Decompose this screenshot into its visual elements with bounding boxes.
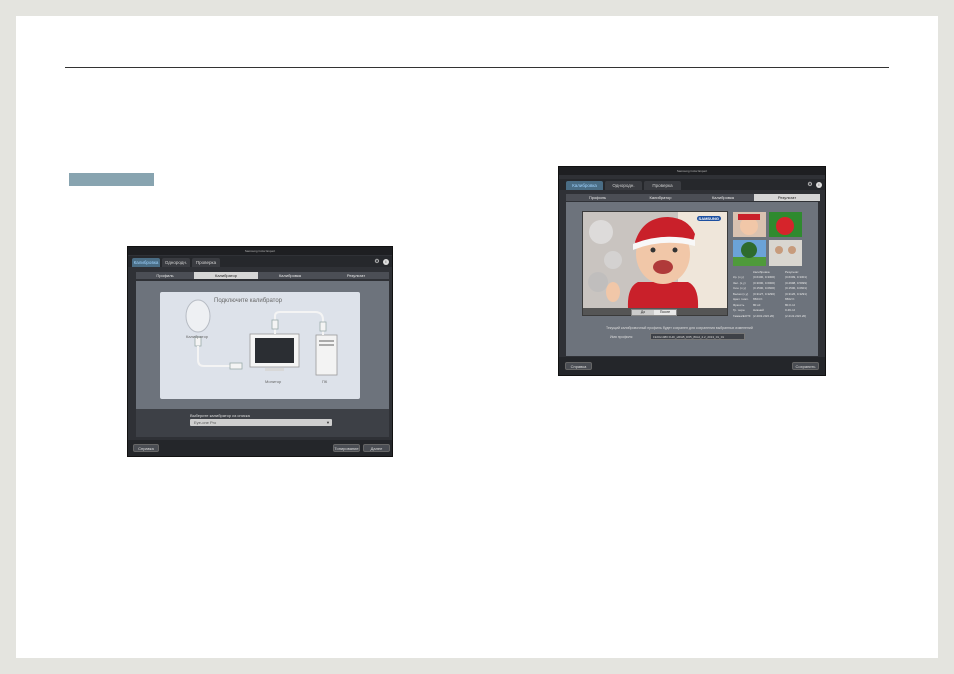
stats-cell: Гамма/EOTF — [733, 313, 751, 318]
profile-name-input[interactable]: 1920x1080 FHD_sRGB_D65_80cd_2.2_2013_01_… — [650, 333, 745, 340]
back-button[interactable]: Тонирование — [333, 444, 360, 452]
cable-1 — [197, 346, 230, 367]
document-page: Samsung Color Expert Калибровка Однородн… — [16, 16, 938, 658]
baby-photo-preview — [583, 212, 727, 308]
tab-uniformity[interactable]: Однородн. — [162, 258, 190, 267]
cable-2 — [274, 311, 324, 335]
select-label: Выберите калибратор из списка — [190, 413, 250, 418]
usb-plug-icon — [271, 319, 279, 330]
section-tag — [69, 173, 154, 186]
chevron-down-icon: ▼ — [326, 420, 330, 425]
header-rule — [65, 67, 889, 68]
tab-bar: Калибровка Однородн. Проверка ⚙ i — [559, 179, 825, 190]
next-button[interactable]: Далее — [363, 444, 390, 452]
tab-bar: Калибровка Однородн. Проверка ⚙ i — [128, 256, 392, 267]
window-title: Samsung Color Expert — [559, 167, 825, 175]
gear-icon[interactable]: ⚙ — [374, 259, 380, 265]
connection-panel: Подключите калибратор Калибратор Монитор… — [160, 292, 360, 399]
step-calibration: Калибровка — [711, 195, 735, 200]
preview-frame: SAMSUNG До После — [582, 211, 728, 316]
step-calibrator: Калибратор — [194, 272, 258, 279]
step-profile: Профиль — [588, 195, 607, 200]
window-title: Samsung Color Expert — [128, 247, 392, 255]
step-result: Результат — [346, 273, 366, 278]
help-button[interactable]: Справка — [133, 444, 159, 452]
connection-diagram — [185, 299, 338, 376]
stats-table: Калибровка Результат Кр. (x,y) (0.6400, 0… — [733, 270, 817, 319]
main-content: SAMSUNG До После Калибровка Результат Кр… — [566, 202, 818, 356]
profile-name-value: 1920x1080 FHD_sRGB_D65_80cd_2.2_2013_01_… — [653, 335, 725, 339]
usb-plug-icon — [319, 321, 327, 332]
calibrator-device-icon — [185, 299, 211, 333]
tab-calibration[interactable]: Калибровка — [132, 258, 160, 267]
after-button[interactable]: После — [654, 310, 676, 315]
tab-uniformity[interactable]: Однородн. — [605, 181, 642, 190]
calibration-window-left: Samsung Color Expert Калибровка Однородн… — [127, 246, 393, 457]
window-footer: Справка Тонирование Далее — [128, 440, 392, 456]
step-profile: Профиль — [156, 273, 174, 278]
step-bar: Профиль Калибратор Калибровка Результат — [566, 194, 820, 201]
step-bar: Профиль Калибратор Калибровка Результат — [136, 272, 389, 279]
main-content: Подключите калибратор Калибратор Монитор… — [136, 281, 389, 409]
calibrator-select[interactable]: Eye-one Pro ▼ — [190, 419, 332, 426]
samsung-logo: SAMSUNG — [696, 216, 721, 221]
select-area: Выберите калибратор из списка Eye-one Pr… — [136, 409, 389, 437]
info-icon[interactable]: i — [383, 259, 389, 265]
calibration-window-right: Samsung Color Expert Калибровка Однородн… — [558, 166, 826, 376]
stats-cell: (2.20/2.20/2.20) — [753, 313, 775, 318]
step-result: Результат — [754, 194, 820, 201]
label-pc: ПК — [322, 379, 328, 384]
save-notice: Текущий калибровочный профиль будет сохр… — [606, 326, 753, 330]
thumbnail-people — [769, 240, 802, 266]
gear-icon[interactable]: ⚙ — [807, 182, 813, 188]
label-monitor: Монитор — [265, 379, 282, 384]
thumbnail-grid — [733, 212, 802, 266]
tab-verification[interactable]: Проверка — [192, 258, 220, 267]
before-button[interactable]: До — [632, 310, 654, 315]
step-calibrator: Калибратор — [649, 195, 672, 200]
tab-verification[interactable]: Проверка — [644, 181, 681, 190]
stats-cell: (2.21/2.20/2.20) — [785, 313, 807, 318]
window-footer: Справка Сохранить — [559, 357, 825, 375]
step-calibration: Калибровка — [278, 273, 302, 278]
info-icon[interactable]: i — [816, 182, 822, 188]
stats-row: Гамма/EOTF (2.20/2.20/2.20) (2.21/2.20/2.2… — [733, 314, 817, 320]
profile-name-label: Имя профиля — [610, 335, 633, 339]
label-calibrator: Калибратор — [186, 334, 209, 339]
before-after-toggle: До После — [631, 309, 677, 316]
help-button[interactable]: Справка — [565, 362, 592, 370]
usb-plug-icon — [229, 362, 243, 370]
tab-calibration[interactable]: Калибровка — [566, 181, 603, 190]
save-button[interactable]: Сохранить — [792, 362, 819, 370]
select-value: Eye-one Pro — [194, 420, 217, 425]
